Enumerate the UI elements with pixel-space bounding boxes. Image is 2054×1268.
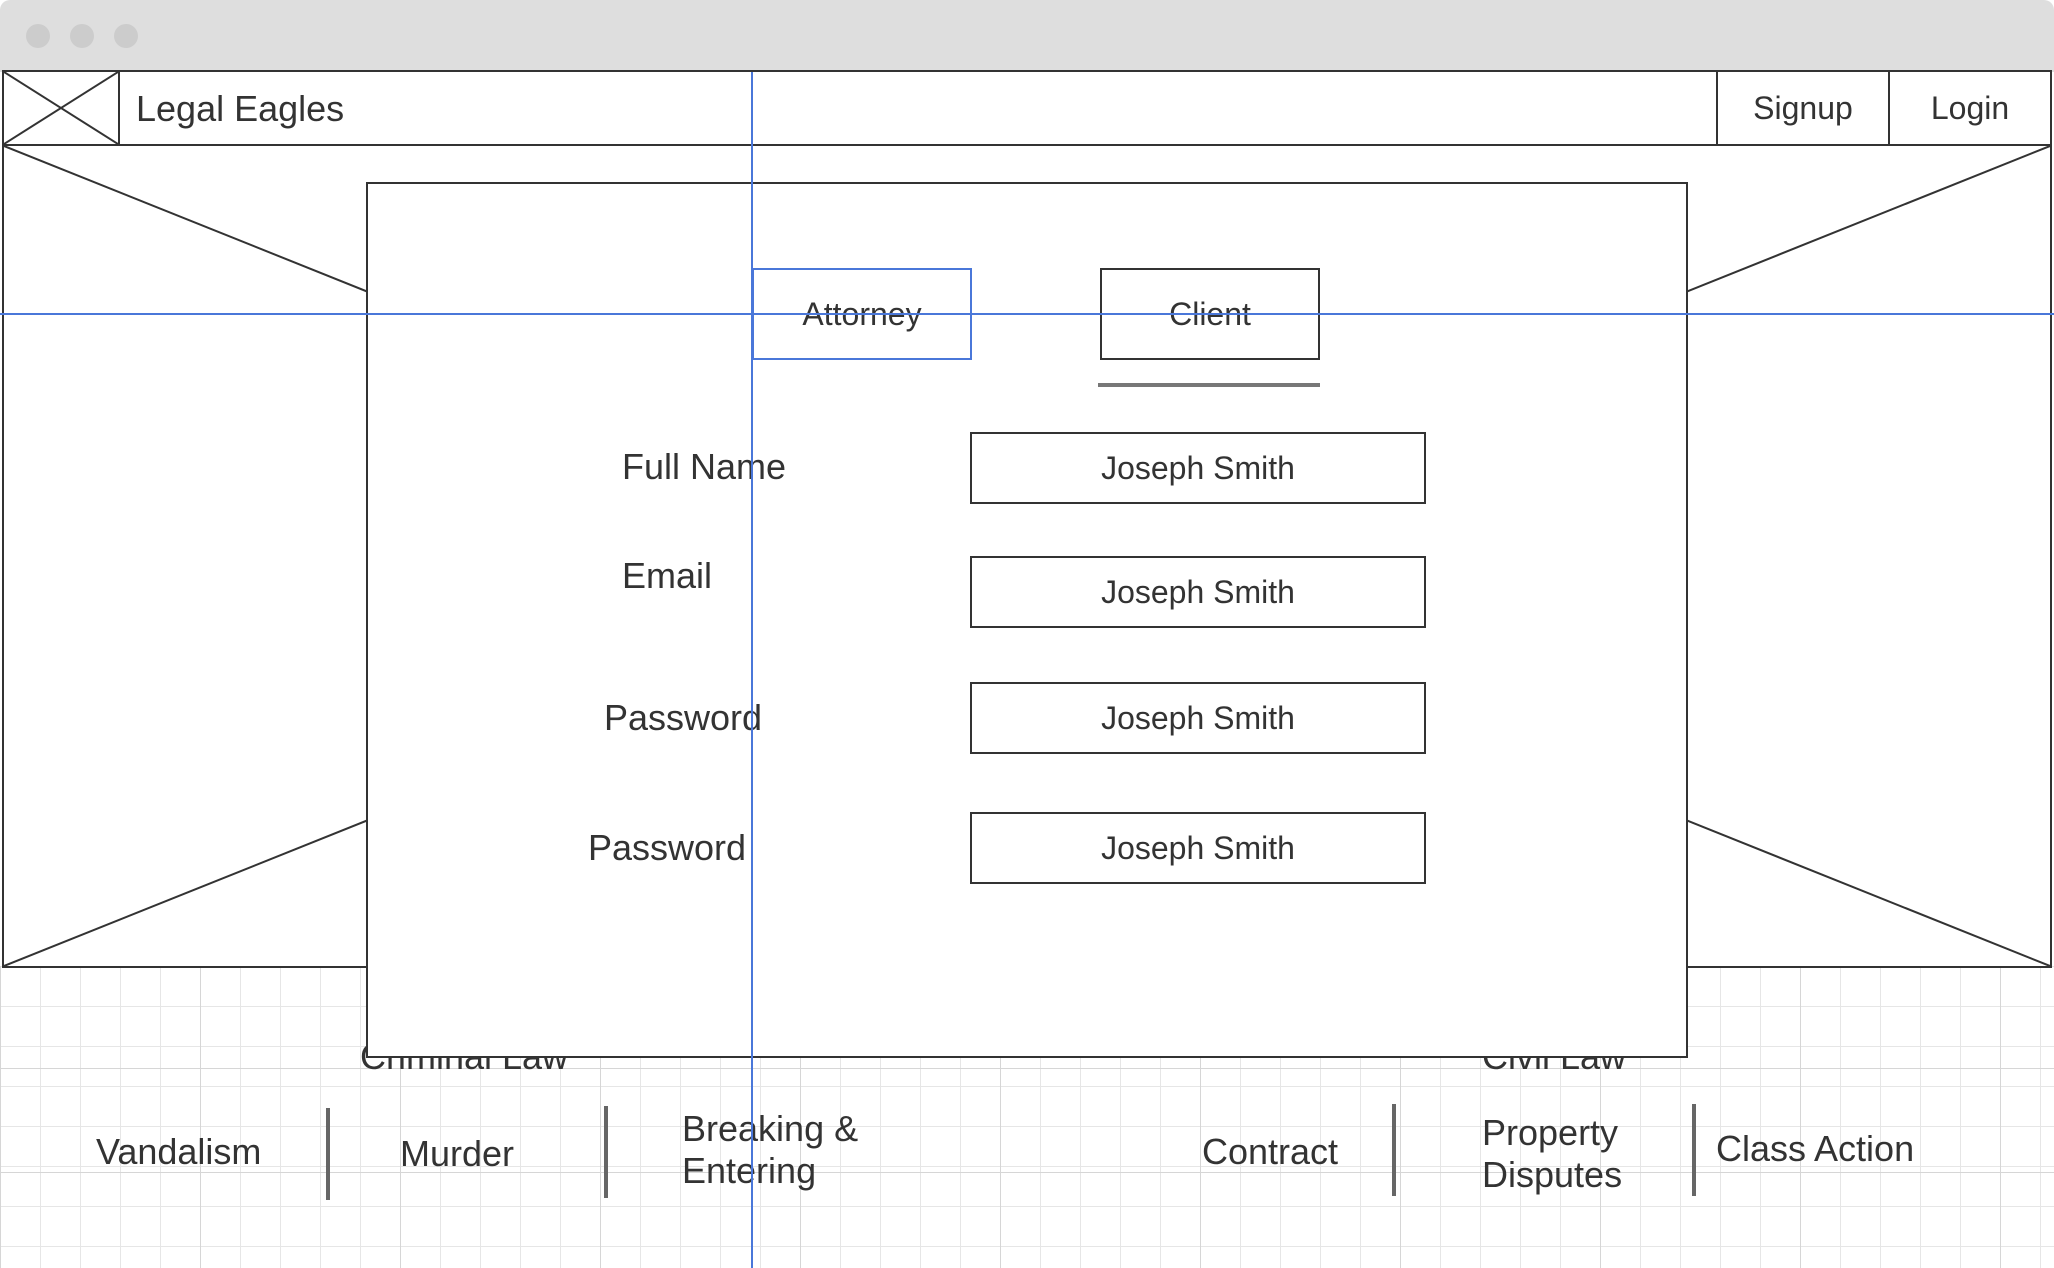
window-minimize-dot[interactable] [70,24,94,48]
confirm-password-label: Password [588,827,747,868]
alignment-guide-vertical [751,72,753,1268]
signup-button[interactable]: Signup [1716,70,1890,146]
logo-image-placeholder[interactable] [2,70,120,146]
password-input[interactable]: Joseph Smith [970,682,1426,754]
category-vandalism[interactable]: Vandalism [96,1131,261,1173]
category-property-disputes[interactable]: Property Disputes [1482,1112,1652,1196]
category-separator [326,1108,330,1200]
alignment-guide-horizontal [0,313,2054,315]
category-contract[interactable]: Contract [1202,1131,1338,1173]
tab-active-indicator [1098,383,1320,387]
category-class-action[interactable]: Class Action [1716,1128,1914,1170]
password-label: Password [604,697,763,738]
full-name-input[interactable]: Joseph Smith [970,432,1426,504]
email-label: Email [622,555,713,596]
category-separator [1692,1104,1696,1196]
brand-name[interactable]: Legal Eagles [136,88,344,130]
login-button[interactable]: Login [1888,70,2052,146]
full-name-label: Full Name [622,446,787,487]
confirm-password-input[interactable]: Joseph Smith [970,812,1426,884]
category-separator [604,1106,608,1198]
email-input[interactable]: Joseph Smith [970,556,1426,628]
category-breaking-entering[interactable]: Breaking & Entering [682,1108,892,1192]
window-close-dot[interactable] [26,24,50,48]
window-zoom-dot[interactable] [114,24,138,48]
category-murder[interactable]: Murder [400,1133,514,1175]
category-separator [1392,1104,1396,1196]
window-titlebar [0,0,2054,72]
